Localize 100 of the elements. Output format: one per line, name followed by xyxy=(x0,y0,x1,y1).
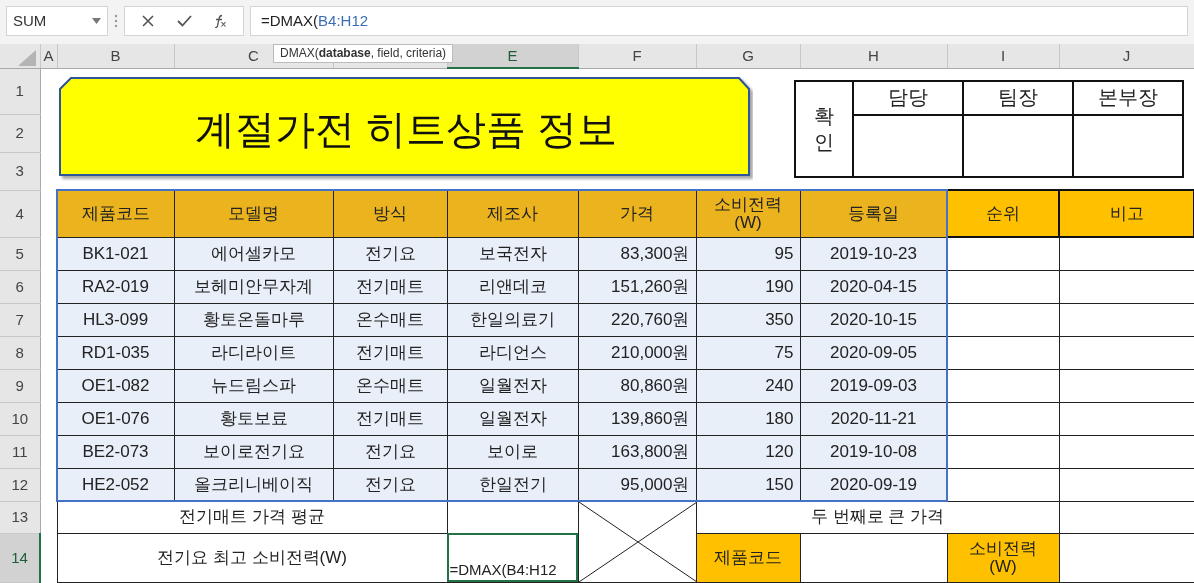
table-cell: BK1-021 xyxy=(57,237,174,270)
table-cell: 에어셀카모 xyxy=(174,237,333,270)
table-cell: 전기매트 xyxy=(333,402,447,435)
table-header: 제품코드 xyxy=(696,533,800,582)
approval-label: 확인 xyxy=(795,80,853,177)
table-header: 제품코드 xyxy=(57,190,174,237)
table-cell: 151,260원 xyxy=(578,270,696,303)
table-cell: 190 xyxy=(696,270,800,303)
table-cell: 75 xyxy=(696,336,800,369)
table-cell: OE1-076 xyxy=(57,402,174,435)
table-cell: 2020-09-05 xyxy=(800,336,947,369)
row-header[interactable]: 11 xyxy=(0,435,40,468)
summary-label: 전기요 최고 소비전력(W) xyxy=(57,533,447,582)
name-box[interactable]: SUM xyxy=(6,6,108,36)
table-cell: 120 xyxy=(696,435,800,468)
active-cell[interactable]: =DMAX(B4:H12 xyxy=(447,533,578,582)
table-cell: 라디언스 xyxy=(447,336,578,369)
row-header[interactable]: 13 xyxy=(0,501,40,534)
column-header[interactable]: I xyxy=(947,44,1059,68)
column-header[interactable]: J xyxy=(1059,44,1194,68)
table-cell: 210,000원 xyxy=(578,336,696,369)
function-tooltip: DMAX(database, field, criteria) xyxy=(273,44,454,63)
formula-field[interactable]: =DMAX(B4:H12 xyxy=(250,6,1188,36)
table-header: 등록일 xyxy=(800,190,947,237)
table-cell: 라디라이트 xyxy=(174,336,333,369)
table-cell: 전기요 xyxy=(333,435,447,468)
table-cell: OE1-082 xyxy=(57,369,174,402)
table-cell: 139,860원 xyxy=(578,402,696,435)
summary-label: 두 번째로 큰 가격 xyxy=(696,501,1059,534)
signature-box[interactable] xyxy=(1073,114,1183,177)
row-header[interactable]: 3 xyxy=(0,152,40,190)
row-header[interactable]: 6 xyxy=(0,270,40,303)
table-cell: 보헤미안무자계 xyxy=(174,270,333,303)
table-cell: 83,300원 xyxy=(578,237,696,270)
table-header: 모델명 xyxy=(174,190,333,237)
approval-role: 본부장 xyxy=(1073,80,1183,115)
table-cell: RD1-035 xyxy=(57,336,174,369)
table-header: 가격 xyxy=(578,190,696,237)
row-header[interactable]: 5 xyxy=(0,237,40,270)
table-cell: 보국전자 xyxy=(447,237,578,270)
table-cell: 350 xyxy=(696,303,800,336)
table-cell: 240 xyxy=(696,369,800,402)
table-cell: 온수매트 xyxy=(333,369,447,402)
row-header[interactable]: 2 xyxy=(0,114,40,152)
table-cell: 전기매트 xyxy=(333,270,447,303)
table-cell: 2019-09-03 xyxy=(800,369,947,402)
table-cell: HL3-099 xyxy=(57,303,174,336)
table-cell: 220,760원 xyxy=(578,303,696,336)
table-cell: 163,800원 xyxy=(578,435,696,468)
table-cell: 전기요 xyxy=(333,237,447,270)
approval-role: 팀장 xyxy=(963,80,1073,115)
summary-label: 전기매트 가격 평균 xyxy=(57,501,447,534)
table-cell: 2020-10-15 xyxy=(800,303,947,336)
table-cell: 일월전자 xyxy=(447,369,578,402)
row-header[interactable]: 9 xyxy=(0,369,40,402)
column-header[interactable]: B xyxy=(57,44,174,68)
table-cell: 온수매트 xyxy=(333,303,447,336)
drag-handle-icon xyxy=(114,14,118,28)
function-icon xyxy=(213,14,227,28)
column-header[interactable]: E xyxy=(447,44,578,68)
row-header[interactable]: 12 xyxy=(0,468,40,501)
table-header: 비고 xyxy=(1059,190,1194,237)
table-header: 소비전력 (W) xyxy=(947,533,1059,582)
table-cell: 95 xyxy=(696,237,800,270)
table-cell: 황토온돌마루 xyxy=(174,303,333,336)
table-cell: 전기매트 xyxy=(333,336,447,369)
column-header[interactable]: G xyxy=(696,44,800,68)
close-icon xyxy=(142,15,154,27)
table-cell: 리앤데코 xyxy=(447,270,578,303)
checkmark-icon xyxy=(176,15,192,27)
signature-box[interactable] xyxy=(963,114,1073,177)
signature-box[interactable] xyxy=(853,114,963,177)
table-cell: 2020-04-15 xyxy=(800,270,947,303)
table-cell: 보이로 xyxy=(447,435,578,468)
table-cell: 2019-10-23 xyxy=(800,237,947,270)
table-cell: 황토보료 xyxy=(174,402,333,435)
table-cell: 뉴드림스파 xyxy=(174,369,333,402)
row-header[interactable]: 7 xyxy=(0,303,40,336)
column-header[interactable]: F xyxy=(578,44,696,68)
row-header[interactable]: 10 xyxy=(0,402,40,435)
table-cell: 보이로전기요 xyxy=(174,435,333,468)
table-header: 제조사 xyxy=(447,190,578,237)
table-header: 방식 xyxy=(333,190,447,237)
table-cell: 한일의료기 xyxy=(447,303,578,336)
table-cell: 180 xyxy=(696,402,800,435)
table-cell: 일월전자 xyxy=(447,402,578,435)
row-header[interactable]: 4 xyxy=(0,190,40,237)
table-cell: 80,860원 xyxy=(578,369,696,402)
table-cell: 2020-11-21 xyxy=(800,402,947,435)
row-header[interactable]: 14 xyxy=(0,533,40,582)
approval-role: 담당 xyxy=(853,80,963,115)
row-header[interactable]: 1 xyxy=(0,68,40,114)
table-cell: RA2-019 xyxy=(57,270,174,303)
table-header: 소비전력 (W) xyxy=(696,190,800,237)
column-header[interactable]: H xyxy=(800,44,947,68)
table-cell: BE2-073 xyxy=(57,435,174,468)
row-header[interactable]: 8 xyxy=(0,336,40,369)
table-cell: 2019-10-08 xyxy=(800,435,947,468)
table-header: 순위 xyxy=(947,190,1059,237)
dropdown-caret-icon xyxy=(92,18,101,24)
